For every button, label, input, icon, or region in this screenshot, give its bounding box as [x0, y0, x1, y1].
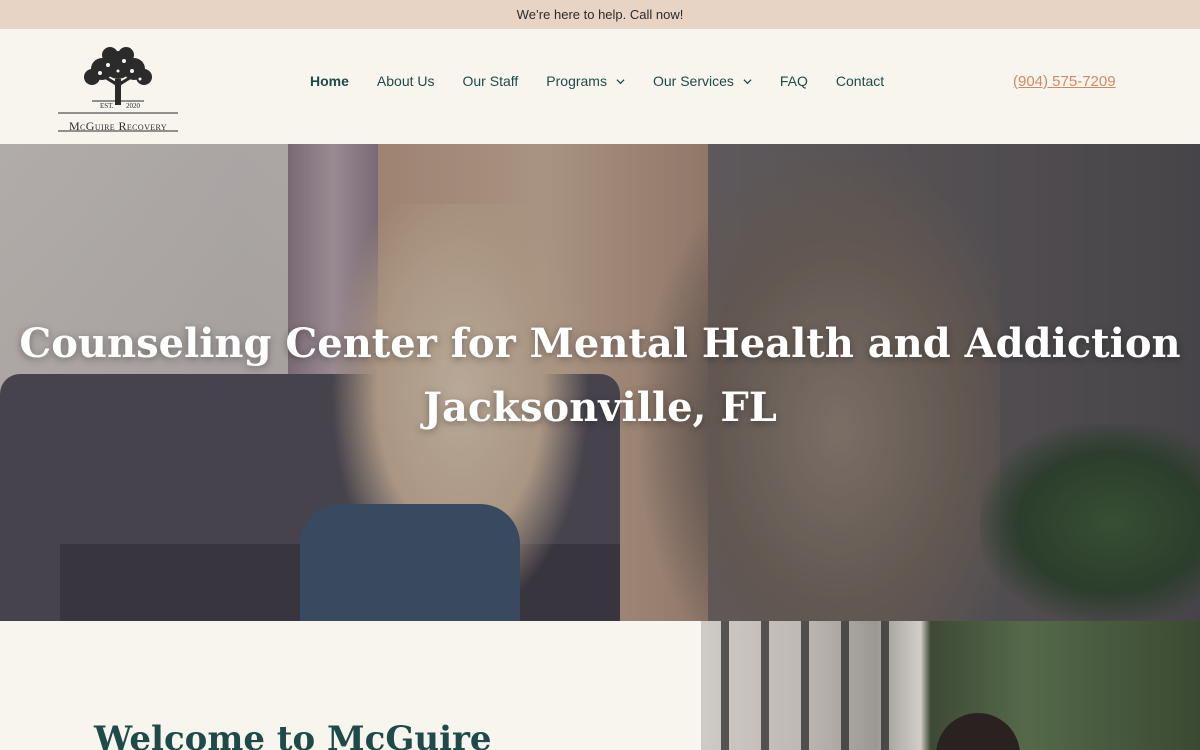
announcement-bar: We’re here to help. Call now! — [0, 0, 1200, 29]
nav-home[interactable]: Home — [310, 73, 349, 89]
nav-faq[interactable]: FAQ — [780, 73, 808, 89]
nav-our-staff[interactable]: Our Staff — [463, 73, 519, 89]
hero-title-line1: Counseling Center for Mental Health and … — [19, 320, 1181, 367]
logo-est: EST. — [100, 102, 114, 110]
building-windows — [721, 621, 921, 750]
logo-year: 2020 — [126, 102, 141, 110]
site-logo[interactable]: EST. 2020 McGuire Recovery — [52, 43, 184, 135]
nav-our-services-label: Our Services — [652, 73, 734, 89]
site-header: EST. 2020 McGuire Recovery Home About Us… — [0, 29, 1200, 144]
main-nav: Home About Us Our Staff Programs Our Ser… — [310, 73, 912, 89]
hero-banner: Counseling Center for Mental Health and … — [0, 144, 1200, 621]
nav-about-us-label: About Us — [376, 73, 435, 89]
welcome-section: Welcome to McGuire — [0, 621, 1200, 750]
chevron-down-icon — [616, 78, 625, 84]
logo-wordmark: McGuire Recovery — [68, 119, 168, 133]
nav-our-staff-label: Our Staff — [462, 73, 519, 89]
hero-title-line2: Jacksonville, FL — [423, 384, 777, 431]
nav-faq-label: FAQ — [779, 73, 808, 89]
nav-our-services[interactable]: Our Services — [653, 73, 752, 89]
chevron-down-icon — [743, 78, 752, 84]
person-head — [936, 713, 1020, 750]
nav-contact[interactable]: Contact — [836, 73, 884, 89]
hero-title: Counseling Center for Mental Health and … — [0, 312, 1200, 440]
nav-contact-label: Contact — [835, 73, 885, 89]
nav-programs-label: Programs — [546, 73, 607, 89]
nav-home-label: Home — [310, 73, 349, 89]
phone-link[interactable]: (904) 575-7209 — [1013, 73, 1116, 90]
nav-programs[interactable]: Programs — [546, 73, 625, 89]
nav-about-us[interactable]: About Us — [377, 73, 435, 89]
building-photo — [701, 621, 1200, 750]
welcome-heading: Welcome to McGuire — [94, 719, 492, 750]
announcement-text[interactable]: We’re here to help. Call now! — [517, 7, 684, 22]
